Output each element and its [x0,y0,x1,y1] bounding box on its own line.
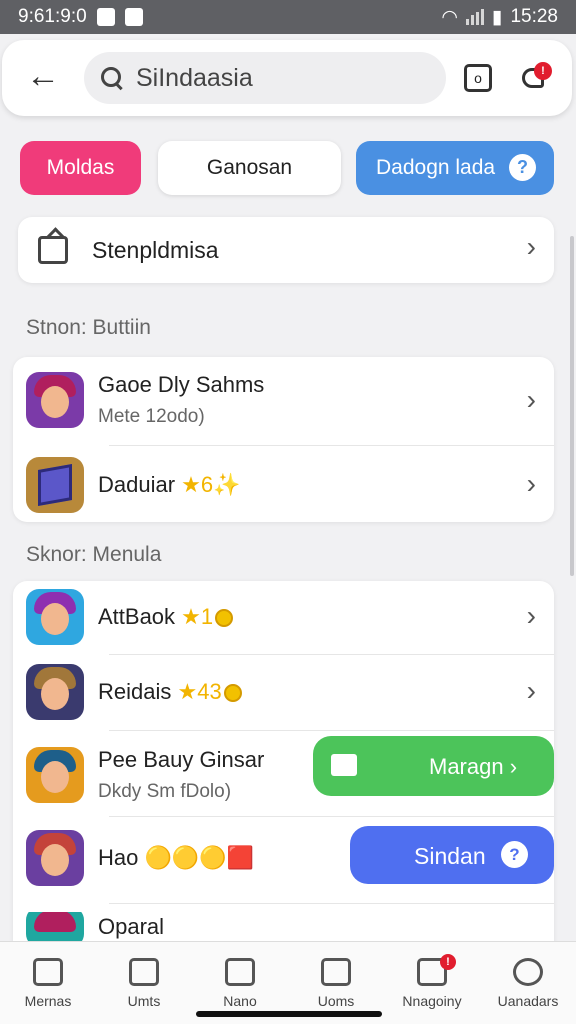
chevron-right-icon: › [526,231,536,262]
manage-button[interactable]: Maragn › [313,736,554,796]
sindan-button[interactable]: Sindan ? [350,826,554,884]
wifi-icon: ◠ [441,6,458,28]
scrollbar[interactable] [570,236,574,576]
item-title-text: Reidais [98,679,172,704]
signal-icon [465,9,484,25]
chevron-right-icon: › [526,675,536,706]
divider [109,445,554,446]
nav-item-umts[interactable]: Umts [96,942,192,1024]
store-icon [225,958,255,986]
app-icon [26,747,84,803]
nav-label: Uoms [317,993,355,1009]
app-icon [26,830,84,886]
rating-badge: ★1 [181,604,214,629]
notification-button[interactable]: ! [520,62,552,94]
nav-label: Umts [127,993,161,1009]
camera-glyph: o [474,70,482,86]
app-icon [26,457,84,513]
chevron-right-icon: › [526,384,536,415]
app-icon [26,912,84,941]
item-title-text: Hao [98,845,139,870]
sindan-label: Sindan [414,843,486,869]
search-input[interactable] [136,63,426,93]
coin-icon [223,684,242,703]
chevron-right-icon: › [526,468,536,499]
section-title: Sknor: Menula [26,543,162,566]
list-item[interactable]: Daduiar ★6✨ › [13,456,554,514]
chip-label: Dadogn lada [376,156,496,179]
profile-icon [513,958,543,986]
help-icon: ? [509,154,536,181]
screen-icon [321,958,351,986]
item-title: Daduiar ★6✨ [98,472,241,498]
home-icon [38,236,68,264]
item-title: Hao 🟡🟡🟡🟥 [98,845,254,871]
list-item[interactable]: Oparal [13,912,554,941]
section-title: Stnon: Buttiin [26,316,151,339]
nav-item-uanadars[interactable]: Uanadars [480,942,576,1024]
help-icon: ? [501,841,528,868]
rating-badge: ★43 [177,679,222,704]
list-icon [129,958,159,986]
divider [109,654,554,655]
nav-label: Nnagoiny [402,993,462,1009]
item-title: Oparal [98,913,165,939]
chevron-right-icon: › [526,600,536,631]
chip-dadogn-lada[interactable]: Dadogn lada ? [356,141,554,195]
nav-item-mernas[interactable]: Mernas [0,942,96,1024]
settings-label: Stenpldmisa [92,236,219,263]
search-icon [100,66,124,90]
notification-badge: ! [534,62,552,80]
chip-moldas[interactable]: Moldas [20,141,141,195]
item-title: AttBaok ★1 [98,604,234,630]
item-title: Pee Bauy Ginsar [98,747,265,772]
nav-item-nnagoiny[interactable]: ! Nnagoiny [384,942,480,1024]
app-icon [26,664,84,720]
manage-label: Maragn › [429,754,518,779]
divider [109,730,554,731]
nav-label: Uanadars [497,993,559,1009]
home-icon [33,958,63,986]
camera-icon[interactable]: o [464,64,492,92]
rewards-badge: 🟡🟡🟡🟥 [144,845,255,870]
nav-badge: ! [440,954,456,970]
status-time-right: 15:28 [510,6,558,27]
home-indicator [196,1011,382,1017]
item-title: Reidais ★43 [98,679,242,705]
top-bar: ← o ! [2,40,572,116]
coin-icon [215,609,234,628]
item-title: Gaoe Dly Sahms [98,372,265,397]
app-icon [26,589,84,645]
item-title-text: Daduiar [98,472,176,497]
chip-ganosan[interactable]: Ganosan [158,141,341,195]
status-time: 9:61:9:0 [18,6,87,27]
status-bar: 9:61:9:0 ◠ ▮ 15:28 [0,0,576,34]
rating-badge: ★6✨ [181,472,241,497]
gamepad-icon [331,754,357,776]
battery-icon: ▮ [491,6,503,28]
back-arrow-icon[interactable]: ← [26,58,66,98]
list-item[interactable]: Gaoe Dly Sahms Mete 12odo) › [13,370,554,430]
app-icon [26,372,84,428]
nav-label: Nano [223,993,257,1009]
item-subtitle: Mete 12odo) [98,406,205,427]
image-icon [124,8,143,26]
notification-icon [96,8,115,26]
divider [109,816,554,817]
search-box[interactable] [84,52,446,104]
item-title-text: AttBaok [98,604,176,629]
divider [109,903,554,904]
nav-label: Mernas [24,993,72,1009]
list-item[interactable]: AttBaok ★1 › [13,588,554,646]
settings-row[interactable]: Stenpldmisa › [18,217,554,283]
list-item[interactable]: Reidais ★43 › [13,663,554,721]
item-subtitle: Dkdy Sm fDolo) [98,781,232,802]
